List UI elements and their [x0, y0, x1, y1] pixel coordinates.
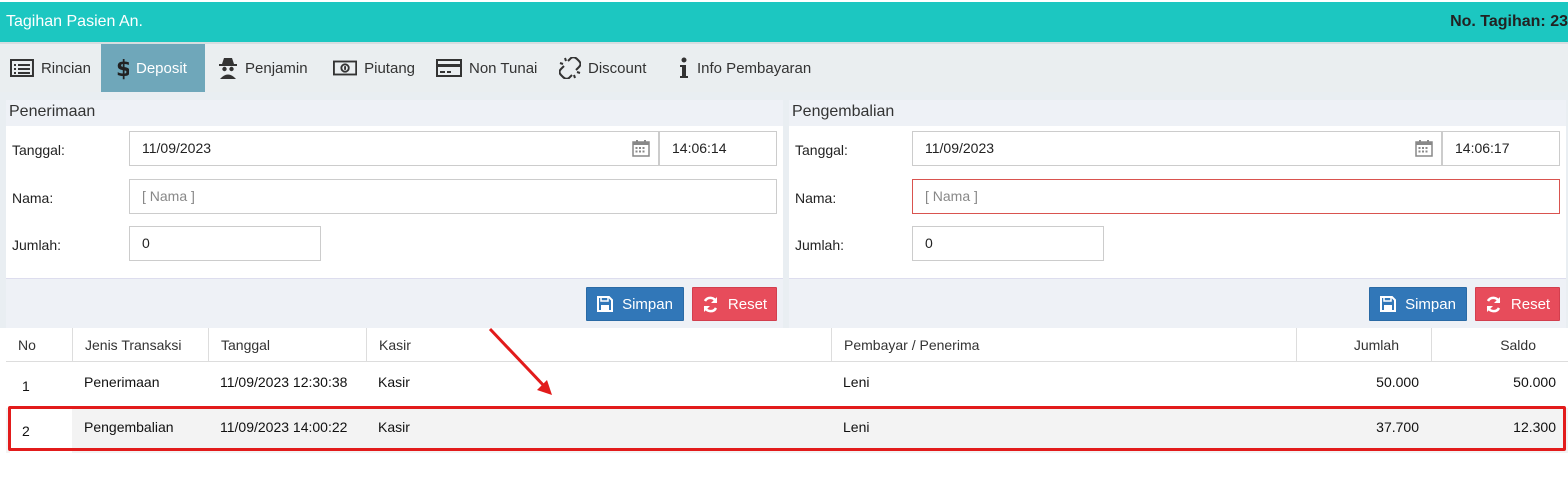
penerimaan-nama-input[interactable]: [ Nama ]	[129, 179, 777, 214]
unlink-icon	[559, 57, 581, 79]
penerimaan-save-button[interactable]: Simpan	[586, 287, 684, 321]
penerimaan-reset-button[interactable]: Reset	[692, 287, 777, 321]
save-label: Simpan	[1405, 295, 1456, 313]
cell-pembayar: Leni	[843, 419, 870, 435]
penerimaan-tanggal-input[interactable]: 11/09/2023	[129, 131, 659, 166]
reset-label: Reset	[727, 295, 768, 313]
save-label: Simpan	[622, 295, 673, 313]
pengembalian-action-bar: Simpan Reset	[789, 278, 1566, 328]
tab-bar: Rincian $ Deposit Penjamin Piutang Non T…	[0, 42, 1568, 92]
penerimaan-panel: Penerimaan Tanggal: 11/09/2023 14:06:14 …	[6, 100, 783, 328]
column-header-jenis[interactable]: Jenis Transaksi	[72, 328, 208, 362]
deposit-table: No Jenis Transaksi Tanggal Kasir Pembaya…	[6, 328, 1568, 482]
refresh-icon	[1486, 296, 1501, 312]
cell-pembayar: Leni	[843, 374, 870, 390]
cell-saldo: 50.000	[1513, 374, 1556, 390]
cell-jenis: Penerimaan	[84, 374, 160, 390]
tab-piutang[interactable]: Piutang	[323, 44, 425, 92]
tab-label: Deposit	[136, 59, 187, 77]
table-row[interactable]: 2 Pengembalian 11/09/2023 14:00:22 Kasir…	[6, 408, 1568, 453]
column-header-pembayar[interactable]: Pembayar / Penerima	[831, 328, 1296, 362]
nama-label: Nama:	[12, 190, 54, 206]
jumlah-value: 0	[142, 235, 150, 251]
tab-deposit[interactable]: $ Deposit	[101, 44, 205, 92]
cell-no: 2	[10, 408, 72, 453]
nama-placeholder: [ Nama ]	[925, 188, 978, 204]
cell-kasir: Kasir	[378, 374, 410, 390]
penerimaan-jam-input[interactable]: 14:06:14	[659, 131, 777, 166]
pengembalian-tanggal-input[interactable]: 11/09/2023	[912, 131, 1442, 166]
tanggal-value: 11/09/2023	[142, 140, 212, 156]
column-header-saldo[interactable]: Saldo	[1431, 328, 1568, 362]
tab-info-pembayaran[interactable]: Info Pembayaran	[668, 44, 828, 92]
tab-label: Info Pembayaran	[697, 59, 812, 77]
nama-label: Nama:	[795, 190, 837, 206]
jumlah-label: Jumlah:	[795, 237, 845, 253]
page-title: Tagihan Pasien An.	[6, 13, 143, 30]
pengembalian-reset-button[interactable]: Reset	[1475, 287, 1560, 321]
table-row[interactable]: 1 Penerimaan 11/09/2023 12:30:38 Kasir L…	[6, 363, 1568, 408]
pengembalian-jumlah-input[interactable]: 0	[912, 226, 1104, 261]
panel-title: Pengembalian	[789, 100, 1566, 126]
jam-value: 14:06:17	[1455, 140, 1510, 156]
floppy-icon	[597, 296, 614, 312]
tab-label: Non Tunai	[469, 59, 538, 77]
annotation-arrow-icon	[488, 327, 552, 395]
nama-placeholder: [ Nama ]	[142, 188, 195, 204]
cell-jenis: Pengembalian	[84, 419, 174, 435]
tab-penjamin[interactable]: Penjamin	[208, 44, 322, 92]
floppy-icon	[1380, 296, 1397, 312]
cell-jumlah: 50.000	[1376, 374, 1419, 390]
pengembalian-save-button[interactable]: Simpan	[1369, 287, 1467, 321]
jumlah-label: Jumlah:	[12, 237, 62, 253]
tab-rincian[interactable]: Rincian	[0, 44, 101, 92]
jam-value: 14:06:14	[672, 140, 727, 156]
penerimaan-action-bar: Simpan Reset	[6, 278, 783, 328]
penerimaan-jumlah-input[interactable]: 0	[129, 226, 321, 261]
cell-kasir: Kasir	[378, 419, 410, 435]
card-icon	[436, 59, 462, 77]
pengembalian-panel: Pengembalian Tanggal: 11/09/2023 14:06:1…	[789, 100, 1566, 328]
tanggal-label: Tanggal:	[795, 142, 848, 158]
calendar-icon[interactable]	[632, 140, 650, 157]
column-header-jumlah[interactable]: Jumlah	[1296, 328, 1431, 362]
cell-tanggal: 11/09/2023 14:00:22	[220, 419, 348, 435]
tanggal-label: Tanggal:	[12, 142, 65, 158]
jumlah-value: 0	[925, 235, 933, 251]
tab-label: Piutang	[364, 59, 415, 77]
info-icon	[680, 57, 688, 78]
calendar-icon[interactable]	[1415, 140, 1433, 157]
pengembalian-nama-input[interactable]: [ Nama ]	[912, 179, 1560, 214]
header-bar: Tagihan Pasien An. No. Tagihan: 23	[0, 2, 1568, 42]
cell-no: 1	[22, 378, 30, 394]
tab-label: Rincian	[40, 59, 91, 77]
money-icon	[333, 60, 358, 76]
bill-number: No. Tagihan: 23	[1450, 13, 1568, 30]
list-icon	[10, 59, 34, 77]
spy-icon	[219, 58, 237, 79]
panel-title: Penerimaan	[6, 100, 783, 126]
svg-text:$: $	[116, 57, 129, 80]
column-header-kasir[interactable]: Kasir	[366, 328, 831, 362]
tab-discount[interactable]: Discount	[549, 44, 661, 92]
cell-jumlah: 37.700	[1376, 419, 1419, 435]
pengembalian-jam-input[interactable]: 14:06:17	[1442, 131, 1560, 166]
cell-tanggal: 11/09/2023 12:30:38	[220, 374, 348, 390]
reset-label: Reset	[1510, 295, 1551, 313]
column-header-no[interactable]: No	[6, 328, 72, 362]
tab-label: Penjamin	[245, 59, 308, 77]
cell-saldo: 12.300	[1513, 419, 1556, 435]
refresh-icon	[703, 296, 718, 312]
tanggal-value: 11/09/2023	[925, 140, 995, 156]
tab-label: Discount	[588, 59, 647, 77]
tab-non-tunai[interactable]: Non Tunai	[426, 44, 548, 92]
column-header-tanggal[interactable]: Tanggal	[208, 328, 366, 362]
dollar-icon: $	[116, 57, 129, 80]
table-header: No Jenis Transaksi Tanggal Kasir Pembaya…	[6, 328, 1568, 362]
